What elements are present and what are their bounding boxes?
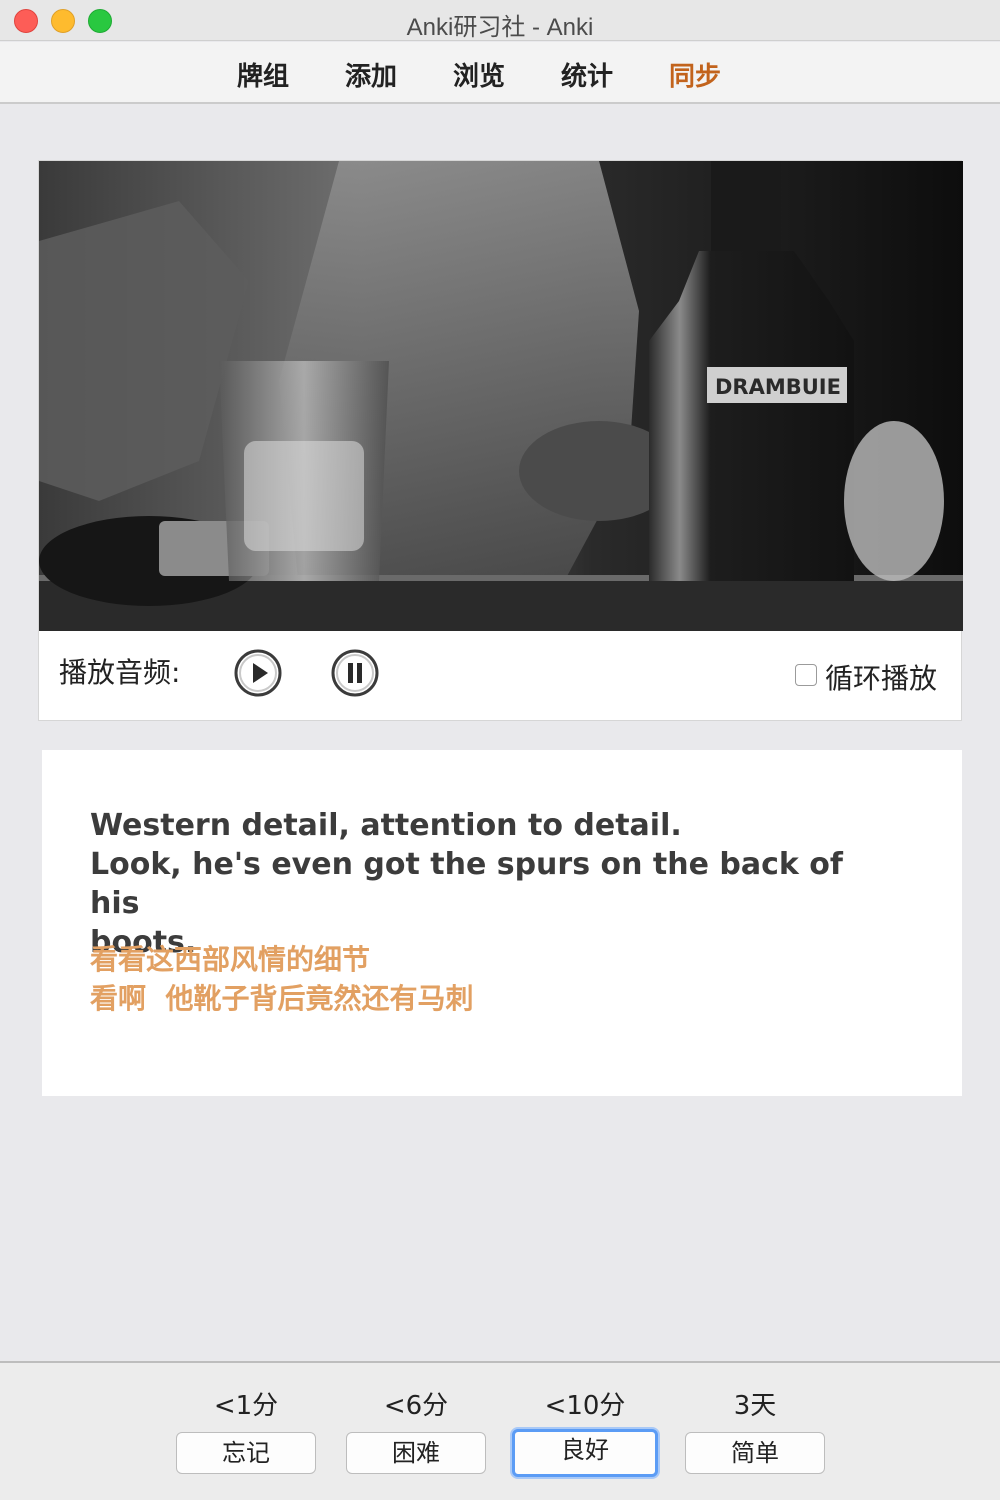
hard-button[interactable]: 困难	[346, 1432, 486, 1474]
toolbar-add[interactable]: 添加	[345, 56, 397, 93]
interval-again: <1分	[213, 1391, 279, 1421]
loop-checkbox[interactable]	[795, 664, 817, 686]
audio-label: 播放音频:	[59, 656, 181, 689]
toolbar-browse[interactable]: 浏览	[453, 56, 505, 93]
loop-label: 循环播放	[825, 662, 938, 695]
video-frame-image: DRAMBUIE	[39, 161, 963, 631]
main-toolbar: 牌组 添加 浏览 统计 同步	[0, 42, 1000, 104]
video-frame[interactable]: DRAMBUIE	[39, 161, 963, 631]
bottle-label-text: DRAMBUIE	[715, 375, 841, 399]
english-line: Look, he's even got the spurs on the bac…	[90, 847, 843, 921]
title-bar: Anki研习社 - Anki	[0, 0, 1000, 41]
interval-good: <10分	[544, 1391, 626, 1421]
toolbar-decks[interactable]: 牌组	[237, 56, 289, 93]
card-text: Western detail, attention to detail. Loo…	[42, 750, 962, 1096]
pause-icon[interactable]	[331, 649, 379, 697]
good-button[interactable]: 良好	[512, 1429, 658, 1477]
chinese-line: 看啊 他靴子背后竟然还有马刺	[90, 982, 474, 1015]
easy-button[interactable]: 简单	[685, 1432, 825, 1474]
english-line: Western detail, attention to detail.	[90, 808, 682, 843]
window-title: Anki研习社 - Anki	[406, 14, 594, 41]
english-text: Western detail, attention to detail. Loo…	[90, 806, 870, 962]
interval-easy: 3天	[733, 1391, 777, 1421]
answer-bar: <1分 <6分 <10分 3天 忘记 困难 良好 简单	[0, 1361, 1000, 1500]
chinese-line: 看看这西部风情的细节	[90, 943, 371, 976]
play-icon[interactable]	[234, 649, 282, 697]
chinese-text: 看看这西部风情的细节 看啊 他靴子背后竟然还有马刺	[90, 940, 474, 1018]
toolbar-sync[interactable]: 同步	[669, 56, 721, 93]
media-card: DRAMBUIE 播放音频: 循环播放	[38, 160, 963, 721]
toolbar-stats[interactable]: 统计	[561, 56, 613, 93]
again-button[interactable]: 忘记	[176, 1432, 316, 1474]
interval-hard: <6分	[383, 1391, 449, 1421]
